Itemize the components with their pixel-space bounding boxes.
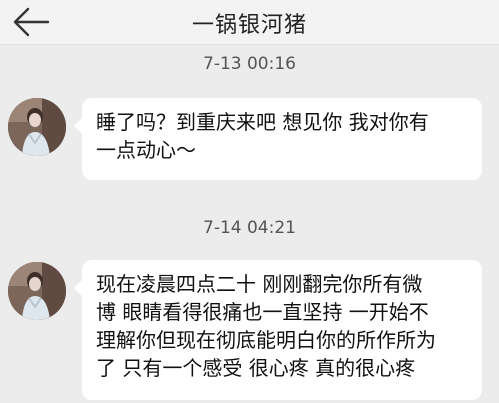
chat-title: 一锅银河猪 — [191, 13, 307, 38]
user-avatar[interactable] — [8, 262, 66, 320]
avatar-image — [8, 98, 66, 156]
message-timestamp: 7-14 04:21 — [203, 218, 296, 238]
chat-screen: 一锅银河猪 7-13 00:16 睡了吗？到重庆来吧 想见你 我对你有 一点动心… — [0, 0, 499, 403]
message-bubble[interactable]: 现在凌晨四点二十 刚刚翻完你所有微 博 眼睛看得很痛也一直坚持 一开始不 理解你… — [74, 260, 482, 400]
message-bubble[interactable]: 睡了吗？到重庆来吧 想见你 我对你有 一点动心～ — [74, 98, 482, 180]
avatar-image — [8, 262, 66, 320]
message-timestamp: 7-13 00:16 — [203, 54, 296, 74]
top-bar: 一锅银河猪 — [0, 0, 499, 45]
user-avatar[interactable] — [8, 98, 66, 156]
